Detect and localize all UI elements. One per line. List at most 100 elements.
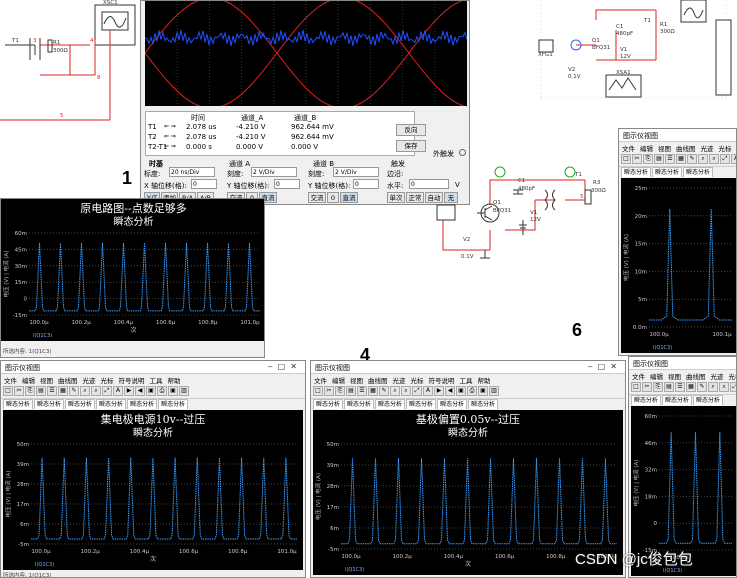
toolbar-icon[interactable]: ☰ bbox=[675, 382, 685, 392]
toolbar-icon[interactable]: ▦ bbox=[676, 154, 686, 164]
toolbar-icon[interactable]: ✂ bbox=[632, 154, 642, 164]
tab-transient[interactable]: 瞬态分析 bbox=[437, 399, 468, 409]
timebase-scale-input[interactable]: 20 ns/Div bbox=[169, 167, 215, 177]
toolbar-icon[interactable]: ✎ bbox=[379, 386, 389, 396]
menu-item[interactable]: 帮助 bbox=[168, 377, 181, 385]
menu-item[interactable]: 符号说明 bbox=[119, 377, 145, 385]
menu-item[interactable]: 工具 bbox=[150, 377, 163, 385]
toolbar-icon[interactable]: ☰ bbox=[357, 386, 367, 396]
toolbar-icon[interactable]: □ bbox=[621, 154, 631, 164]
toolbar-icon[interactable]: ▣ bbox=[146, 386, 156, 396]
toolbar-icon[interactable]: ⌕ bbox=[719, 382, 729, 392]
tab-transient[interactable]: 瞬态分析 bbox=[127, 399, 158, 409]
tab-transient[interactable]: 瞬态分析 bbox=[3, 399, 34, 409]
toolbar-icon[interactable]: ▤ bbox=[654, 154, 664, 164]
tab-transient[interactable]: 瞬态分析 bbox=[65, 399, 96, 409]
toolbar-icon[interactable]: ✎ bbox=[697, 382, 707, 392]
toolbar-icon[interactable]: ⌕ bbox=[698, 154, 708, 164]
tab-transient[interactable]: 瞬态分析 bbox=[313, 399, 344, 409]
toolbar-icon[interactable]: ✂ bbox=[14, 386, 24, 396]
tab-transient[interactable]: 瞬态分析 bbox=[344, 399, 375, 409]
channel-b-scale-input[interactable]: 2 V/Div bbox=[333, 167, 379, 177]
channel-b-zero-button[interactable]: 0 bbox=[327, 192, 339, 203]
menu-item[interactable]: 光标 bbox=[411, 377, 424, 385]
toolbar-icon[interactable]: ▣ bbox=[478, 386, 488, 396]
channel-b-pos-input[interactable]: 0 bbox=[353, 179, 379, 189]
cursor-arrows-icon[interactable]: ⇐ ⇒ bbox=[164, 123, 176, 130]
menu-item[interactable]: 编辑 bbox=[22, 377, 35, 385]
tab-transient[interactable]: 瞬态分析 bbox=[468, 399, 499, 409]
toolbar-icon[interactable]: ▤ bbox=[36, 386, 46, 396]
cursor-arrows-icon[interactable]: ⇐ ⇒ bbox=[164, 143, 176, 150]
toolbar-icon[interactable]: ✎ bbox=[687, 154, 697, 164]
toolbar-icon[interactable]: ◀ bbox=[445, 386, 455, 396]
tab-transient[interactable]: 瞬态分析 bbox=[683, 167, 714, 177]
channel-b-ac-button[interactable]: 交流 bbox=[308, 192, 326, 203]
menu-item[interactable]: 编辑 bbox=[640, 145, 653, 153]
toolbar-icon[interactable]: □ bbox=[631, 382, 641, 392]
menu-item[interactable]: 曲线图 bbox=[686, 373, 706, 381]
toolbar-icon[interactable]: ✎ bbox=[69, 386, 79, 396]
reverse-button[interactable]: 反向 bbox=[396, 124, 426, 136]
menu-item[interactable]: 曲线图 bbox=[58, 377, 78, 385]
tab-transient[interactable]: 瞬态分析 bbox=[375, 399, 406, 409]
channel-a-scale-input[interactable]: 2 V/Div bbox=[251, 167, 297, 177]
toolbar-icon[interactable]: A bbox=[113, 386, 123, 396]
window-controls[interactable]: ‒□✕ bbox=[268, 362, 302, 371]
tab-transient[interactable]: 瞬态分析 bbox=[662, 395, 693, 405]
tab-transient[interactable]: 瞬态分析 bbox=[406, 399, 437, 409]
toolbar-icon[interactable]: ▦ bbox=[58, 386, 68, 396]
toolbar-icon[interactable]: ⤢ bbox=[102, 386, 112, 396]
menu-item[interactable]: 工具 bbox=[460, 377, 473, 385]
toolbar-icon[interactable]: ⌕ bbox=[91, 386, 101, 396]
toolbar-icon[interactable]: ⌕ bbox=[80, 386, 90, 396]
toolbar-icon[interactable]: ☰ bbox=[47, 386, 57, 396]
tab-transient[interactable]: 瞬态分析 bbox=[621, 167, 652, 177]
tab-transient[interactable]: 瞬态分析 bbox=[158, 399, 189, 409]
menu-item[interactable]: 光迹 bbox=[393, 377, 406, 385]
toolbar-icon[interactable]: ⤢ bbox=[720, 154, 730, 164]
tab-transient[interactable]: 瞬态分析 bbox=[693, 395, 724, 405]
tab-transient[interactable]: 瞬态分析 bbox=[631, 395, 662, 405]
toolbar-icon[interactable]: ✂ bbox=[642, 382, 652, 392]
tab-transient[interactable]: 瞬态分析 bbox=[96, 399, 127, 409]
menu-item[interactable]: 视图 bbox=[668, 373, 681, 381]
toolbar-icon[interactable]: ⎙ bbox=[467, 386, 477, 396]
cursor-arrows-icon[interactable]: ⇐ ⇒ bbox=[164, 133, 176, 140]
save-button[interactable]: 保存 bbox=[396, 140, 426, 152]
toolbar-icon[interactable]: □ bbox=[313, 386, 323, 396]
toolbar-icon[interactable]: ▶ bbox=[124, 386, 134, 396]
toolbar-icon[interactable]: ▶ bbox=[434, 386, 444, 396]
toolbar-icon[interactable]: ⎘ bbox=[335, 386, 345, 396]
toolbar-icon[interactable]: ◀ bbox=[135, 386, 145, 396]
xpos-input[interactable]: 0 bbox=[191, 179, 217, 189]
toolbar-icon[interactable]: ⤢ bbox=[412, 386, 422, 396]
toolbar-icon[interactable]: ✂ bbox=[324, 386, 334, 396]
menu-item[interactable]: 光迹 bbox=[83, 377, 96, 385]
menu-item[interactable]: 符号说明 bbox=[429, 377, 455, 385]
toolbar-icon[interactable]: ▣ bbox=[168, 386, 178, 396]
toolbar-icon[interactable]: ⌕ bbox=[390, 386, 400, 396]
toolbar-icon[interactable]: ▤ bbox=[664, 382, 674, 392]
toolbar-icon[interactable]: ⌕ bbox=[401, 386, 411, 396]
toolbar-icon[interactable]: ⌕ bbox=[709, 154, 719, 164]
channel-a-pos-input[interactable]: 0 bbox=[274, 179, 300, 189]
menu-item[interactable]: 编辑 bbox=[332, 377, 345, 385]
menu-item[interactable]: 编辑 bbox=[650, 373, 663, 381]
toolbar-icon[interactable]: ▥ bbox=[179, 386, 189, 396]
toolbar-icon[interactable]: ▦ bbox=[686, 382, 696, 392]
tab-transient[interactable]: 瞬态分析 bbox=[652, 167, 683, 177]
menu-item[interactable]: 文件 bbox=[4, 377, 17, 385]
menu-item[interactable]: 曲线图 bbox=[676, 145, 696, 153]
toolbar-icon[interactable]: ⤢ bbox=[730, 382, 736, 392]
toolbar-icon[interactable]: ⎘ bbox=[653, 382, 663, 392]
channel-b-dc-button[interactable]: 直流 bbox=[340, 192, 358, 203]
menu-item[interactable]: 视图 bbox=[658, 145, 671, 153]
menu-item[interactable]: 曲线图 bbox=[368, 377, 388, 385]
menu-item[interactable]: 光标 bbox=[719, 145, 732, 153]
toolbar-icon[interactable]: ☰ bbox=[665, 154, 675, 164]
toolbar-icon[interactable]: □ bbox=[3, 386, 13, 396]
window-controls[interactable]: ‒□✕ bbox=[588, 362, 622, 371]
menu-item[interactable]: 光标 bbox=[729, 373, 737, 381]
single-button[interactable]: 单次 bbox=[387, 192, 405, 203]
